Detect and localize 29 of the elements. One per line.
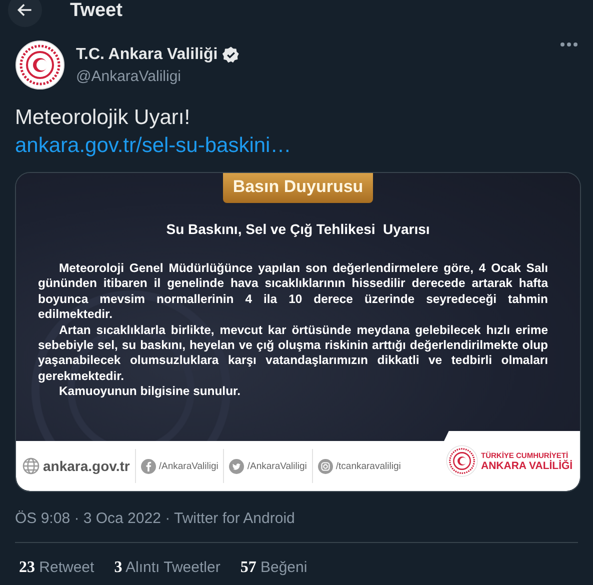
stat-link[interactable]: 23 Retweet: [19, 559, 94, 577]
more-icon[interactable]: [560, 42, 578, 47]
avatar-emblem: [15, 40, 65, 90]
back-button[interactable]: [8, 0, 42, 27]
website-text: ankara.gov.tr: [43, 458, 130, 474]
emblem-icon: [446, 445, 478, 477]
page-title: Tweet: [70, 0, 122, 22]
tweet-link[interactable]: ankara.gov.tr/sel-su-baskini…: [15, 132, 292, 160]
facebook-icon: [140, 458, 156, 474]
notice-title: Su Baskını, Sel ve Çığ Tehlikesi Uyarısı: [166, 221, 430, 237]
instagram-icon: [318, 458, 333, 474]
globe-icon: [22, 457, 40, 475]
press-release-badge: Basın Duyurusu: [222, 173, 374, 203]
stat-link[interactable]: 3 Alıntı Tweetler: [114, 559, 220, 577]
press-release-card[interactable]: [16, 173, 580, 491]
back-arrow-icon: [16, 1, 34, 19]
twitter-icon: [229, 458, 244, 474]
tweet-timestamp: ÖS 9:08 · 3 Oca 2022 · Twitter for Android: [15, 492, 578, 543]
stat-link[interactable]: 57 Beğeni: [240, 559, 308, 577]
tweet-text: Meteorolojik Uyarı!: [15, 105, 190, 131]
org-name: ANKARA VALİLİĞİ: [481, 460, 573, 472]
notice-paragraph: Artan sıcaklıklarla birlikte, mevcut kar örtüsünde meydana gelebilecek hızlı erime sebebiyle sel, su baskını, heyelan ve çığ oluşma riskinin arttığı değerlendirilmekte olup yaşanabilecek olumsuzluklara karşı vatandaşlarımızın dikkatli ve tedbirli olmaları gerekmektedir.: [38, 322, 548, 384]
author-name[interactable]: T.C. Ankara Valiliği: [76, 46, 218, 64]
notice-paragraph: Kamuoyunun bilgisine sunulur.: [58, 384, 242, 400]
social-handle: /AnkaraValiligi: [158, 460, 218, 472]
notice-paragraph: Meteoroloji Genel Müdürlüğünce yapılan son değerlendirmelere göre, 4 Ocak Salı gününden itibaren il genelinde hava sıcaklıklarının hissedilir derecede artarak hafta boyunca mevsim normallerinin 4 ila 10 derece üzerinde seyredeceği tahmin edilmektedir.: [38, 261, 548, 323]
social-handle: /tcankaravaliligi: [336, 460, 401, 472]
author-handle[interactable]: @AnkaraValiligi: [76, 68, 549, 84]
social-handle: /AnkaraValiligi: [247, 460, 307, 472]
